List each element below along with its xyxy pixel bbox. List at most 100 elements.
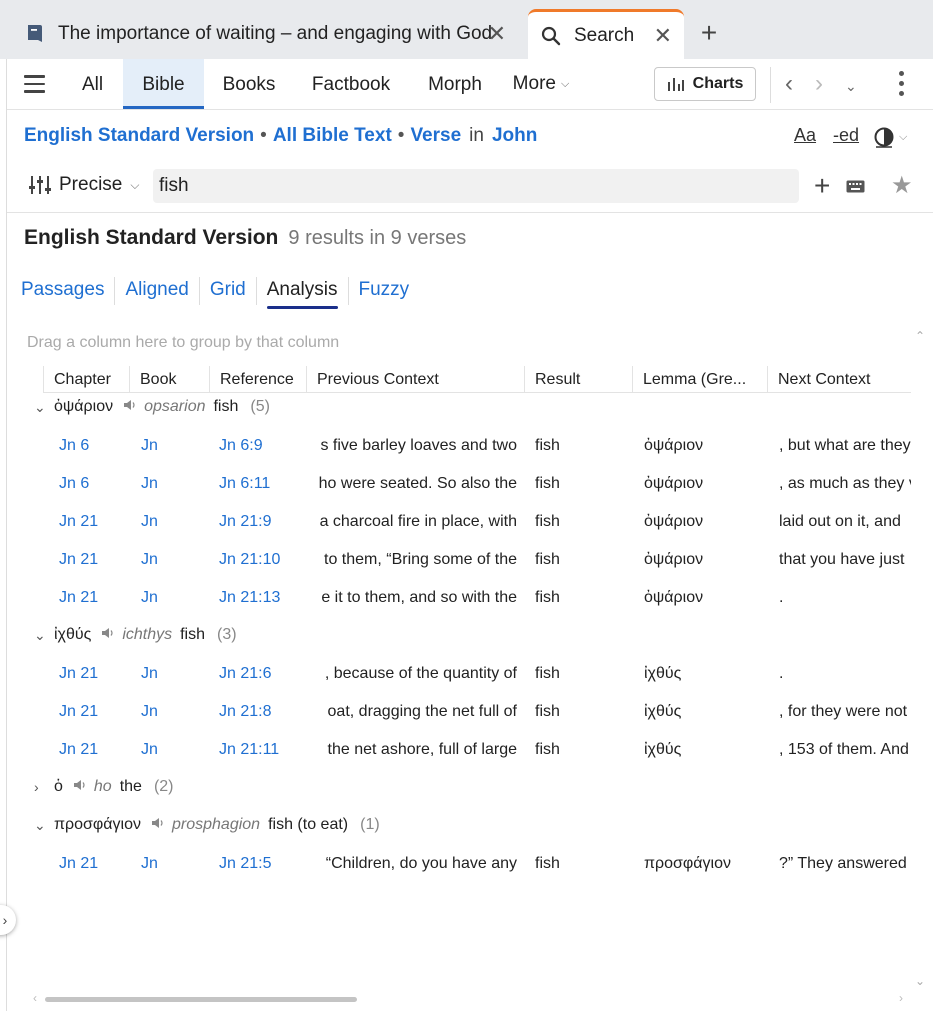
forward-arrow-icon[interactable]: › bbox=[815, 71, 823, 97]
charts-button[interactable]: Charts bbox=[654, 67, 756, 101]
tab-factbook[interactable]: Factbook bbox=[305, 59, 397, 109]
new-tab-button[interactable]: + bbox=[694, 18, 724, 48]
view-tab-aligned[interactable]: Aligned bbox=[114, 277, 198, 305]
cell-book[interactable]: Jn bbox=[141, 504, 201, 540]
view-tab-analysis[interactable]: Analysis bbox=[255, 277, 348, 309]
table-row[interactable]: Jn 21 Jn Jn 21:13 e it to them, and so with… bbox=[43, 580, 911, 616]
group-transliteration: prosphagion bbox=[172, 816, 261, 833]
group-header[interactable]: › ὁ ho the (2) bbox=[34, 778, 174, 796]
view-tab-fuzzy[interactable]: Fuzzy bbox=[347, 277, 420, 305]
scroll-down-icon[interactable]: ⌄ bbox=[915, 974, 925, 988]
scope-version-link[interactable]: English Standard Version bbox=[24, 125, 254, 146]
scope-unit-link[interactable]: Verse bbox=[410, 125, 461, 146]
group-header[interactable]: ⌄ ὀψάριον opsarion fish (5) bbox=[34, 398, 270, 416]
table-row[interactable]: Jn 21 Jn Jn 21:10 to them, “Bring some of t… bbox=[43, 542, 911, 578]
tab-document[interactable]: The importance of waiting – and engaging… bbox=[8, 9, 520, 59]
table-row[interactable]: Jn 6 Jn Jn 6:9 s five barley loaves and two… bbox=[43, 428, 911, 464]
column-header-previous-context[interactable]: Previous Context bbox=[306, 366, 524, 393]
cell-book[interactable]: Jn bbox=[141, 542, 201, 578]
cell-book[interactable]: Jn bbox=[141, 732, 201, 768]
tab-search[interactable]: Search ✕ bbox=[528, 9, 684, 59]
view-tab-grid[interactable]: Grid bbox=[198, 277, 256, 305]
speaker-icon[interactable] bbox=[101, 626, 114, 644]
cell-reference[interactable]: Jn 21:5 bbox=[219, 846, 309, 882]
tab-more[interactable]: More ⌵ bbox=[510, 59, 572, 109]
table-row[interactable]: Jn 6 Jn Jn 6:11 ho were seated. So also the… bbox=[43, 466, 911, 502]
group-gloss: fish bbox=[213, 398, 239, 415]
cell-chapter[interactable]: Jn 21 bbox=[59, 656, 129, 692]
group-transliteration: ichthys bbox=[122, 626, 173, 643]
cell-book[interactable]: Jn bbox=[141, 846, 201, 882]
cell-book[interactable]: Jn bbox=[141, 428, 201, 464]
back-arrow-icon[interactable]: ‹ bbox=[785, 71, 793, 97]
cell-book[interactable]: Jn bbox=[141, 580, 201, 616]
cell-chapter[interactable]: Jn 21 bbox=[59, 542, 129, 578]
cell-chapter[interactable]: Jn 21 bbox=[59, 580, 129, 616]
horizontal-scrollbar[interactable] bbox=[45, 997, 357, 1002]
star-icon[interactable]: ★ bbox=[891, 171, 913, 200]
scroll-up-icon[interactable]: ⌃ bbox=[915, 329, 925, 343]
column-header-reference[interactable]: Reference bbox=[209, 366, 306, 393]
tab-bible[interactable]: Bible bbox=[123, 59, 204, 109]
cell-chapter[interactable]: Jn 21 bbox=[59, 846, 129, 882]
table-row[interactable]: Jn 21 Jn Jn 21:9 a charcoal fire in place, … bbox=[43, 504, 911, 540]
column-header-chapter[interactable]: Chapter bbox=[43, 366, 129, 393]
cell-reference[interactable]: Jn 21:10 bbox=[219, 542, 309, 578]
divider bbox=[7, 212, 933, 213]
table-row[interactable]: Jn 21 Jn Jn 21:6 , because of the quantity … bbox=[43, 656, 911, 692]
chevron-right-icon[interactable]: › bbox=[34, 779, 48, 795]
cell-chapter[interactable]: Jn 6 bbox=[59, 428, 129, 464]
chevron-down-icon[interactable]: ⌄ bbox=[34, 627, 48, 644]
scroll-left-icon[interactable]: ‹ bbox=[33, 991, 37, 1005]
highlight-style-button[interactable]: ⌵ bbox=[873, 126, 907, 148]
cell-reference[interactable]: Jn 21:11 bbox=[219, 732, 309, 768]
view-tab-passages[interactable]: Passages bbox=[21, 277, 114, 305]
cell-reference[interactable]: Jn 6:9 bbox=[219, 428, 309, 464]
search-mode-dropdown[interactable]: Precise ⌵ bbox=[29, 174, 139, 196]
cell-book[interactable]: Jn bbox=[141, 694, 201, 730]
scope-in-label: in bbox=[469, 125, 484, 146]
column-header-result[interactable]: Result bbox=[524, 366, 632, 393]
table-row[interactable]: Jn 21 Jn Jn 21:8 oat, dragging the net full… bbox=[43, 694, 911, 730]
cell-book[interactable]: Jn bbox=[141, 656, 201, 692]
table-row[interactable]: Jn 21 Jn Jn 21:5 “Children, do you have any… bbox=[43, 846, 911, 882]
scope-book-link[interactable]: John bbox=[492, 125, 537, 146]
cell-chapter[interactable]: Jn 21 bbox=[59, 732, 129, 768]
close-icon[interactable]: ✕ bbox=[654, 23, 672, 49]
cell-reference[interactable]: Jn 21:6 bbox=[219, 656, 309, 692]
group-by-drop-zone[interactable]: Drag a column here to group by that colu… bbox=[27, 334, 339, 352]
speaker-icon[interactable] bbox=[73, 778, 86, 796]
column-header-next-context[interactable]: Next Context bbox=[767, 366, 911, 393]
speaker-icon[interactable] bbox=[123, 398, 136, 416]
group-header[interactable]: ⌄ προσφάγιον prosphagion fish (to eat) (1) bbox=[34, 816, 380, 834]
close-icon[interactable]: ✕ bbox=[488, 21, 506, 47]
column-header-lemma[interactable]: Lemma (Gre... bbox=[632, 366, 767, 393]
cell-chapter[interactable]: Jn 21 bbox=[59, 504, 129, 540]
tab-all[interactable]: All bbox=[70, 59, 115, 109]
chevron-down-icon[interactable]: ⌄ bbox=[34, 817, 48, 834]
scroll-right-icon[interactable]: › bbox=[899, 991, 903, 1005]
keyboard-icon[interactable] bbox=[846, 180, 865, 193]
group-header[interactable]: ⌄ ἰχθύς ichthys fish (3) bbox=[34, 626, 237, 644]
chevron-down-icon[interactable]: ⌄ bbox=[34, 399, 48, 416]
search-input[interactable] bbox=[153, 169, 799, 203]
add-term-icon[interactable]: + bbox=[814, 169, 830, 203]
font-size-button[interactable]: Aa bbox=[794, 125, 816, 146]
more-options-icon[interactable] bbox=[899, 71, 905, 101]
cell-reference[interactable]: Jn 21:8 bbox=[219, 694, 309, 730]
cell-chapter[interactable]: Jn 21 bbox=[59, 694, 129, 730]
menu-icon[interactable] bbox=[24, 75, 45, 93]
history-dropdown-icon[interactable]: ⌄ bbox=[845, 73, 857, 99]
tab-books[interactable]: Books bbox=[216, 59, 282, 109]
cell-reference[interactable]: Jn 6:11 bbox=[219, 466, 309, 502]
cell-chapter[interactable]: Jn 6 bbox=[59, 466, 129, 502]
inflections-button[interactable]: -ed bbox=[833, 125, 859, 146]
cell-reference[interactable]: Jn 21:13 bbox=[219, 580, 309, 616]
table-row[interactable]: Jn 21 Jn Jn 21:11 the net ashore, full of l… bbox=[43, 732, 911, 768]
tab-morph[interactable]: Morph bbox=[420, 59, 490, 109]
cell-reference[interactable]: Jn 21:9 bbox=[219, 504, 309, 540]
speaker-icon[interactable] bbox=[151, 816, 164, 834]
column-header-book[interactable]: Book bbox=[129, 366, 209, 393]
cell-book[interactable]: Jn bbox=[141, 466, 201, 502]
scope-range-link[interactable]: All Bible Text bbox=[273, 125, 392, 146]
